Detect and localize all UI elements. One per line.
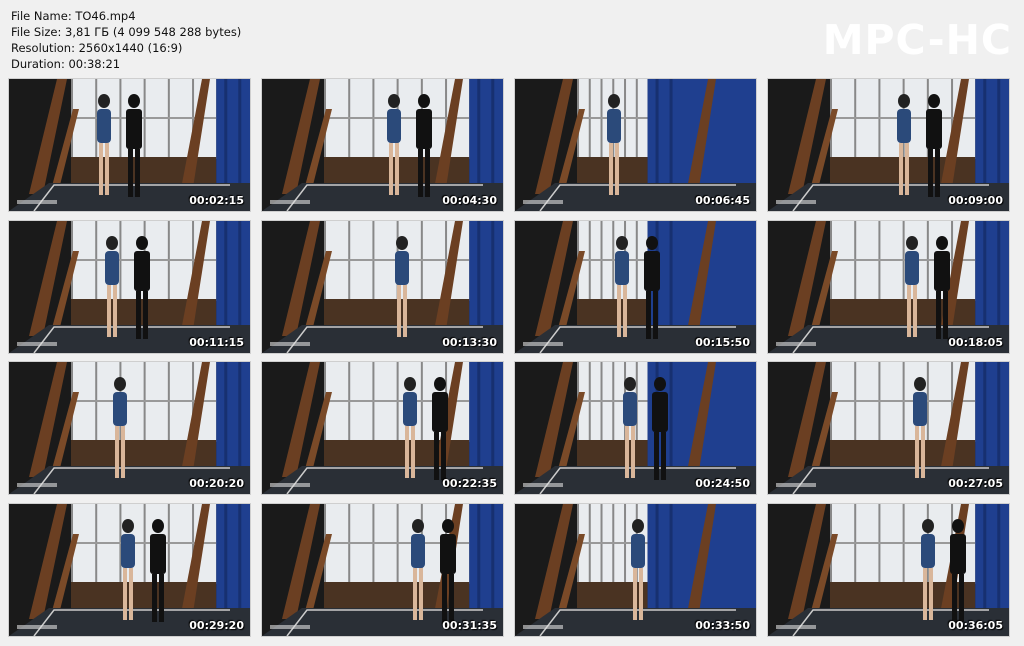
scene-image (768, 362, 1009, 494)
watermark-mark (523, 199, 563, 205)
watermark-mark (776, 199, 816, 205)
watermark-icon (776, 483, 816, 487)
thumbnail-frame[interactable]: 00:31:35 (262, 504, 503, 636)
thumbnail-frame[interactable]: 00:20:20 (9, 362, 250, 494)
timestamp-label: 00:09:00 (948, 194, 1003, 207)
watermark-mark (523, 482, 563, 488)
watermark-mark (17, 624, 57, 630)
timestamp-label: 00:29:20 (189, 619, 244, 632)
watermark-mark (270, 341, 310, 347)
timestamp-label: 00:31:35 (442, 619, 497, 632)
watermark-icon (523, 625, 563, 629)
timestamp-label: 00:33:50 (695, 619, 750, 632)
watermark-icon (523, 342, 563, 346)
timestamp-label: 00:18:05 (948, 336, 1003, 349)
thumbnail-frame[interactable]: 00:33:50 (515, 504, 756, 636)
duration: Duration: 00:38:21 (11, 57, 121, 71)
thumbnail-grid: 00:02:15 00:04:30 00:06:45 00:09:00 00:1… (9, 79, 1015, 636)
watermark-mark (776, 482, 816, 488)
thumbnail-frame[interactable]: 00:18:05 (768, 221, 1009, 353)
file-size: File Size: 3,81 ГБ (4 099 548 288 bytes) (11, 25, 242, 39)
scene-image (9, 362, 250, 494)
scene-image (768, 221, 1009, 353)
scene-image (515, 362, 756, 494)
watermark-icon (270, 200, 310, 204)
thumbnail-frame[interactable]: 00:15:50 (515, 221, 756, 353)
scene-image (9, 221, 250, 353)
scene-image (515, 504, 756, 636)
thumbnail-frame[interactable]: 00:02:15 (9, 79, 250, 211)
scene-image (515, 221, 756, 353)
watermark-icon (523, 200, 563, 204)
scene-image (9, 504, 250, 636)
file-info-panel: File Name: TO46.mp4 File Size: 3,81 ГБ (… (11, 8, 241, 72)
thumbnail-frame[interactable]: 00:29:20 (9, 504, 250, 636)
watermark-mark (17, 199, 57, 205)
timestamp-label: 00:27:05 (948, 477, 1003, 490)
watermark-icon (17, 200, 57, 204)
timestamp-label: 00:15:50 (695, 336, 750, 349)
watermark-icon (523, 483, 563, 487)
timestamp-label: 00:04:30 (442, 194, 497, 207)
scene-image (768, 504, 1009, 636)
timestamp-label: 00:24:50 (695, 477, 750, 490)
file-name: File Name: TO46.mp4 (11, 9, 136, 23)
watermark-mark (270, 482, 310, 488)
scene-image (262, 504, 503, 636)
watermark-icon (270, 483, 310, 487)
thumbnail-frame[interactable]: 00:22:35 (262, 362, 503, 494)
watermark-icon (17, 342, 57, 346)
thumbnail-frame[interactable]: 00:27:05 (768, 362, 1009, 494)
scene-image (262, 362, 503, 494)
timestamp-label: 00:13:30 (442, 336, 497, 349)
thumbnail-frame[interactable]: 00:06:45 (515, 79, 756, 211)
watermark-icon (776, 200, 816, 204)
watermark-mark (523, 624, 563, 630)
timestamp-label: 00:20:20 (189, 477, 244, 490)
watermark-icon (270, 342, 310, 346)
mpc-hc-logo: MPC-HC (822, 16, 1012, 64)
watermark-icon (17, 625, 57, 629)
thumbnail-frame[interactable]: 00:11:15 (9, 221, 250, 353)
timestamp-label: 00:36:05 (948, 619, 1003, 632)
watermark-mark (776, 624, 816, 630)
watermark-mark (270, 624, 310, 630)
thumbnail-frame[interactable]: 00:09:00 (768, 79, 1009, 211)
watermark-mark (776, 341, 816, 347)
timestamp-label: 00:11:15 (189, 336, 244, 349)
watermark-mark (17, 482, 57, 488)
timestamp-label: 00:22:35 (442, 477, 497, 490)
watermark-icon (776, 625, 816, 629)
watermark-mark (270, 199, 310, 205)
scene-image (515, 79, 756, 211)
timestamp-label: 00:02:15 (189, 194, 244, 207)
timestamp-label: 00:06:45 (695, 194, 750, 207)
resolution: Resolution: 2560x1440 (16:9) (11, 41, 183, 55)
thumbnail-frame[interactable]: 00:36:05 (768, 504, 1009, 636)
thumbnail-frame[interactable]: 00:24:50 (515, 362, 756, 494)
thumbnail-frame[interactable]: 00:13:30 (262, 221, 503, 353)
scene-image (262, 79, 503, 211)
thumbnail-frame[interactable]: 00:04:30 (262, 79, 503, 211)
watermark-mark (523, 341, 563, 347)
scene-image (262, 221, 503, 353)
scene-image (768, 79, 1009, 211)
watermark-icon (270, 625, 310, 629)
watermark-icon (776, 342, 816, 346)
scene-image (9, 79, 250, 211)
watermark-mark (17, 341, 57, 347)
watermark-icon (17, 483, 57, 487)
